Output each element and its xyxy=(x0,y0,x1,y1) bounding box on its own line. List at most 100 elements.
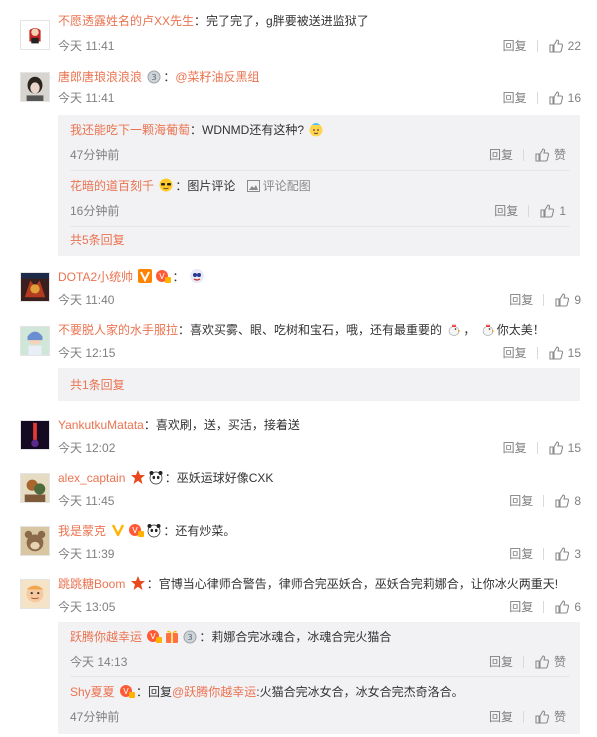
rooster-emoji-icon xyxy=(480,321,496,337)
reply-item: 花暗的道百刻千 ：图片评论 评论配图 16分钟前 回复 1 xyxy=(58,177,580,221)
like-button[interactable]: 1 xyxy=(539,202,566,220)
mention-link[interactable]: @跃腾你越幸运 xyxy=(172,685,256,699)
comment-item: 唐郎唐琅浪浪浪 3 ：@菜籽油反黑组 今天 11:41 回复 16 我还能吃下一颗… xyxy=(0,68,597,258)
reply-time: 47分钟前 xyxy=(70,710,120,724)
thumbs-up-icon xyxy=(534,709,550,725)
avatar[interactable] xyxy=(20,420,50,450)
divider xyxy=(70,226,570,227)
reply-button[interactable]: 回复 xyxy=(509,492,533,510)
avatar[interactable] xyxy=(20,326,50,356)
svg-text:3: 3 xyxy=(152,73,157,82)
like-button[interactable]: 15 xyxy=(548,344,581,362)
reply-text: ：回复 xyxy=(136,685,173,699)
like-button[interactable]: 16 xyxy=(548,89,581,107)
more-replies-link[interactable]: 共1条回复 xyxy=(70,377,125,393)
reply-button[interactable]: 回复 xyxy=(489,708,513,726)
divider xyxy=(536,40,538,52)
like-count: 9 xyxy=(574,293,581,307)
like-button[interactable]: 赞 xyxy=(534,708,566,726)
avatar[interactable] xyxy=(20,20,50,50)
avatar[interactable] xyxy=(20,579,50,609)
reply-button[interactable]: 回复 xyxy=(503,344,527,362)
divider xyxy=(536,347,538,359)
comment-author[interactable]: 我是蒙克 xyxy=(58,524,106,538)
reply-list: 跃腾你越幸运 V 3 ：莉娜合完冰魂合，冰魂合完火猫合 今天 14:13 回复 赞 … xyxy=(58,622,580,734)
like-count: 16 xyxy=(567,91,581,105)
comment-author[interactable]: 跳跳糖Boom xyxy=(58,577,125,591)
like-label: 赞 xyxy=(553,655,566,669)
divider xyxy=(543,495,545,507)
comment-time: 今天 12:02 xyxy=(58,441,116,455)
reply-item: 跃腾你越幸运 V 3 ：莉娜合完冰魂合，冰魂合完火猫合 今天 14:13 回复 赞 xyxy=(58,628,580,672)
reply-button[interactable]: 回复 xyxy=(503,37,527,55)
reply-text-continued: :火猫合完冰女合，冰女合完杰奇洛合。 xyxy=(256,685,464,699)
reply-author[interactable]: Shy夏夏 xyxy=(70,685,115,699)
comment-item: 我是蒙克 V ：还有炒菜。 今天 11:39 回复 3 xyxy=(0,522,597,564)
reply-button[interactable]: 回复 xyxy=(509,291,533,309)
reply-button[interactable]: 回复 xyxy=(509,545,533,563)
like-button[interactable]: 赞 xyxy=(534,146,566,164)
reply-author[interactable]: 我还能吃下一颗海葡萄 xyxy=(70,123,190,137)
like-button[interactable]: 8 xyxy=(554,492,581,510)
divider xyxy=(543,294,545,306)
comment-text-separator: ， xyxy=(463,323,476,337)
more-replies-link[interactable]: 共5条回复 xyxy=(70,232,125,248)
divider xyxy=(522,656,524,668)
level-badge-icon: V xyxy=(119,683,136,699)
sunglasses-emoji-icon xyxy=(158,177,174,193)
like-button[interactable]: 赞 xyxy=(534,653,566,671)
comment-item: alex_captain ：巫妖运球好像CXK 今天 11:45 回复 8 xyxy=(0,469,597,511)
like-label: 赞 xyxy=(553,148,566,162)
verified-v-icon xyxy=(110,522,126,538)
reply-author[interactable]: 跃腾你越幸运 xyxy=(70,630,142,644)
comment-author[interactable]: 不愿透露姓名的卢XX先生 xyxy=(58,14,194,28)
like-button[interactable]: 9 xyxy=(554,291,581,309)
divider xyxy=(70,170,570,171)
comment-author[interactable]: DOTA2小统帅 xyxy=(58,270,133,284)
avatar[interactable] xyxy=(20,272,50,302)
like-count: 6 xyxy=(574,600,581,614)
reply-button[interactable]: 回复 xyxy=(509,598,533,616)
thumbs-up-icon xyxy=(548,38,564,54)
comment-time: 今天 12:15 xyxy=(58,346,116,360)
svg-text:V: V xyxy=(123,687,129,696)
like-button[interactable]: 6 xyxy=(554,598,581,616)
member-badge-icon: 3 xyxy=(182,628,198,644)
svg-text:V: V xyxy=(151,632,157,641)
reply-item: 我还能吃下一颗海葡萄：WDNMD还有这种? 47分钟前 回复 赞 xyxy=(58,121,580,165)
panda-emoji-icon xyxy=(148,469,164,485)
like-count: 15 xyxy=(567,441,581,455)
reply-item: Shy夏夏 V ：回复@跃腾你越幸运:火猫合完冰女合，冰女合完杰奇洛合。 47分钟… xyxy=(58,683,580,727)
like-button[interactable]: 15 xyxy=(548,439,581,457)
reply-button[interactable]: 回复 xyxy=(489,653,513,671)
comment-text: ： xyxy=(172,270,185,284)
like-button[interactable]: 3 xyxy=(554,545,581,563)
reply-author[interactable]: 花暗的道百刻千 xyxy=(70,179,154,193)
comment-author[interactable]: YankutkuMatata xyxy=(58,418,144,432)
star-badge-icon xyxy=(130,575,146,591)
level-badge-icon: V xyxy=(146,628,163,644)
comment-author[interactable]: 不要脱人家的水手服拉 xyxy=(58,323,178,337)
comment-author[interactable]: 唐郎唐琅浪浪浪 xyxy=(58,70,142,84)
svg-text:V: V xyxy=(160,272,166,281)
reply-button[interactable]: 回复 xyxy=(503,89,527,107)
svg-text:3: 3 xyxy=(188,633,193,642)
like-button[interactable]: 22 xyxy=(548,37,581,55)
comment-image-link[interactable]: 评论配图 xyxy=(263,179,311,193)
reply-button[interactable]: 回复 xyxy=(494,202,518,220)
avatar[interactable] xyxy=(20,473,50,503)
star-badge-icon xyxy=(130,469,146,485)
like-count: 22 xyxy=(567,39,581,53)
reply-button[interactable]: 回复 xyxy=(489,146,513,164)
avatar[interactable] xyxy=(20,526,50,556)
divider xyxy=(70,676,570,677)
panda-emoji-icon xyxy=(146,522,162,538)
mention-link[interactable]: @菜籽油反黑组 xyxy=(175,70,259,84)
thumbs-up-icon xyxy=(554,546,570,562)
reply-button[interactable]: 回复 xyxy=(503,439,527,457)
rooster-emoji-icon xyxy=(446,321,462,337)
avatar[interactable] xyxy=(20,72,50,102)
thumbs-up-icon xyxy=(548,440,564,456)
comment-item: 不愿透露姓名的卢XX先生：完了完了，g胖要被送进监狱了 今天 11:41 回复 … xyxy=(0,12,597,64)
comment-author[interactable]: alex_captain xyxy=(58,471,125,485)
